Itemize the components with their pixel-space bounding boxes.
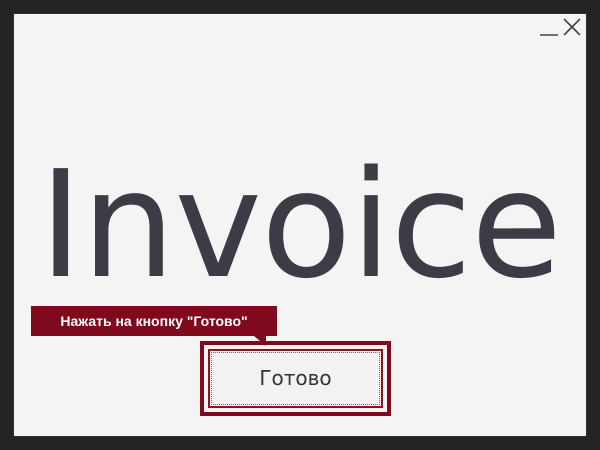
- hint-tooltip: Нажать на кнопку "Готово": [31, 306, 277, 336]
- minimize-icon: [540, 34, 558, 36]
- invoice-logo: Invoice: [38, 139, 562, 311]
- done-button[interactable]: Готово: [208, 349, 383, 408]
- installer-window: Invoice Нажать на кнопку "Готово" Готово: [14, 14, 586, 436]
- close-button[interactable]: [561, 16, 583, 38]
- minimize-button[interactable]: [538, 16, 560, 38]
- close-icon: [563, 18, 581, 36]
